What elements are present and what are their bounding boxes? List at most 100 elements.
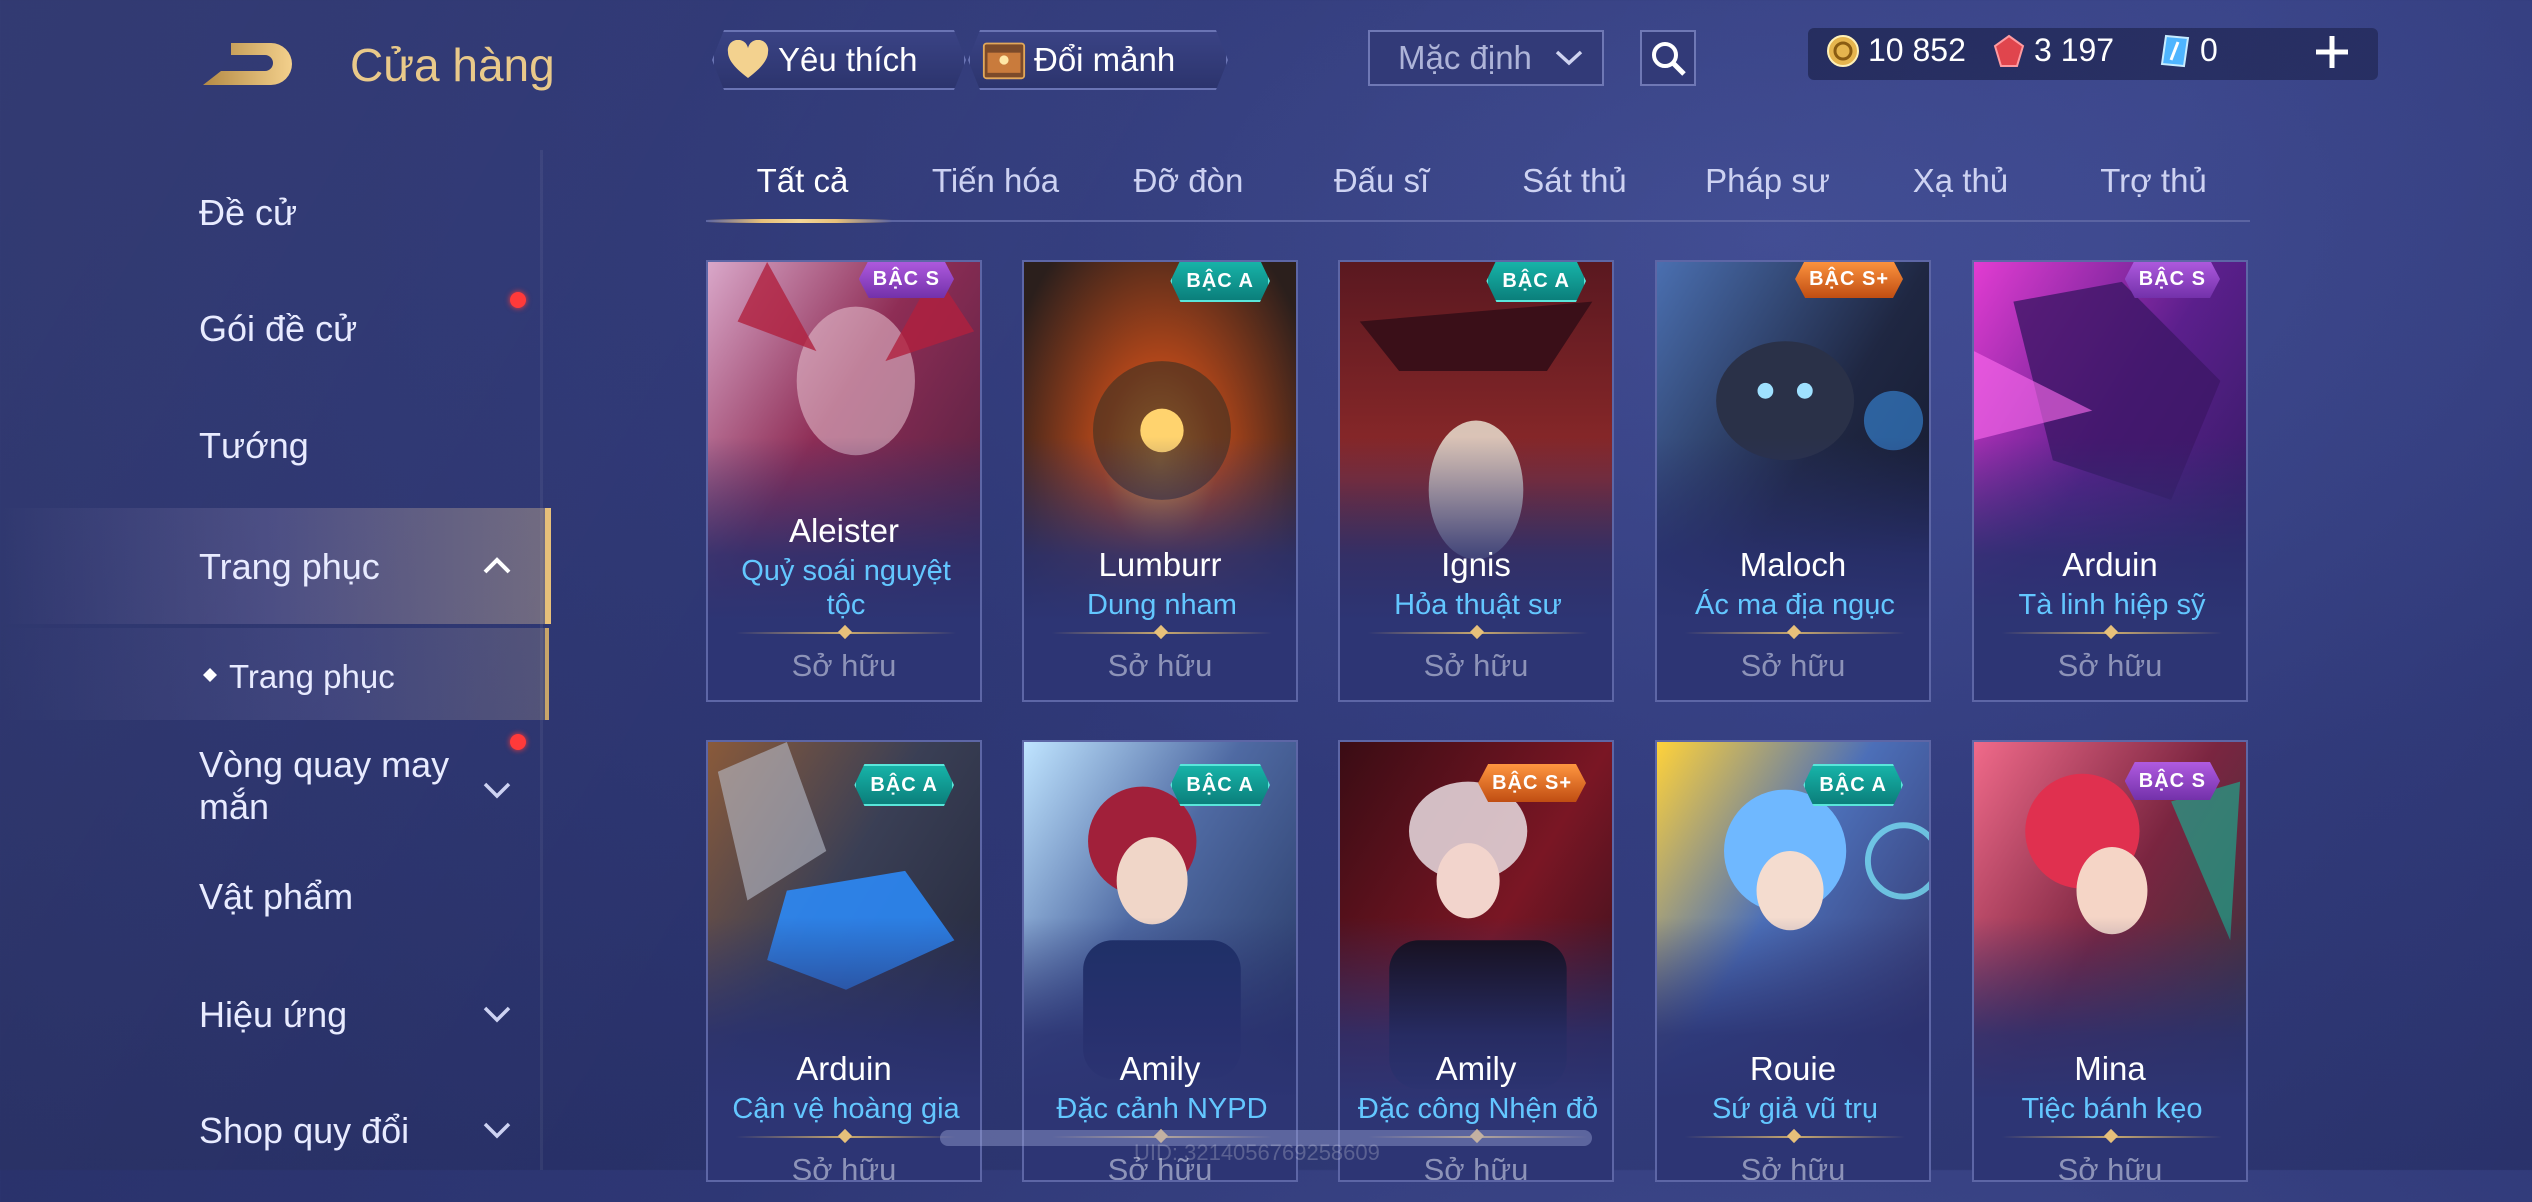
notification-dot xyxy=(510,292,526,308)
sidebar-subitem-skins[interactable]: Trang phục xyxy=(0,628,549,720)
sidebar-item-recommended-packs[interactable]: Gói đề cử xyxy=(0,266,545,376)
hero-name: Aleister xyxy=(788,512,900,549)
voucher-icon xyxy=(2160,34,2190,67)
tab-label: Tất cả xyxy=(756,162,849,199)
gold-amount: 10 852 xyxy=(1868,32,1966,68)
top-up-button[interactable] xyxy=(2308,24,2356,80)
ownership-status: Sở hữu xyxy=(791,648,897,683)
skin-name: Ác ma địa ngục xyxy=(1695,589,1895,621)
tab-tank[interactable]: Đỡ đòn xyxy=(1092,162,1285,200)
tier-badge: BẬC S+ xyxy=(1478,764,1586,802)
tier-badge: BẬC S+ xyxy=(1795,260,1903,298)
tier-badge: BẬC S xyxy=(2125,260,2220,298)
sidebar-item-label: Vòng quay may mắn xyxy=(199,744,450,827)
skin-name: Quỷ soái nguyệt tộc xyxy=(741,555,951,621)
sidebar-item-label: Tướng xyxy=(199,425,309,466)
hero-name: Lumburr xyxy=(1098,546,1222,583)
tier-badge: BẬC S xyxy=(2125,762,2220,800)
notification-dot xyxy=(510,734,526,750)
favorite-button[interactable]: Yêu thích xyxy=(712,30,966,90)
tab-label: Pháp sư xyxy=(1705,162,1830,199)
skin-card[interactable]: BẬC S Mina Tiệc bánh kẹo Sở hữu xyxy=(1972,740,2248,1182)
chevron-down-icon xyxy=(483,1122,511,1139)
chevron-down-icon xyxy=(1555,50,1583,66)
tab-marksman[interactable]: Xạ thủ xyxy=(1864,162,2057,200)
sidebar-item-recommended[interactable]: Đề cử xyxy=(0,150,545,260)
shard-exchange-button[interactable]: Đổi mảnh xyxy=(968,30,1228,90)
sort-dropdown[interactable]: Mặc định xyxy=(1368,30,1604,86)
ownership-status: Sở hữu xyxy=(2057,1152,2163,1182)
ownership-status: Sở hữu xyxy=(791,1152,897,1182)
tab-evolution[interactable]: Tiến hóa xyxy=(899,162,1092,200)
hero-name: Mina xyxy=(2074,1050,2146,1087)
hero-name: Arduin xyxy=(2062,546,2158,583)
skin-card[interactable]: BẬC S Aleister Quỷ soái nguyệt tộc Sở hữ… xyxy=(706,260,982,702)
role-tabs: Tất cả Tiến hóa Đỡ đòn Đấu sĩ Sát thủ Ph… xyxy=(706,150,2250,223)
active-tab-indicator xyxy=(706,219,892,223)
sidebar-item-label: Đề cử xyxy=(199,192,298,233)
skin-name: Tiệc bánh kẹo xyxy=(2021,1093,2203,1125)
skin-name: Tà linh hiệp sỹ xyxy=(2018,589,2206,621)
tier-badge: BẬC A xyxy=(1170,764,1270,806)
search-icon xyxy=(1652,42,1686,76)
tab-all[interactable]: Tất cả xyxy=(706,162,899,200)
ownership-status: Sở hữu xyxy=(1423,648,1529,683)
back-arrow-icon xyxy=(203,43,292,85)
plus-icon xyxy=(2316,36,2348,68)
uid-watermark: UID: 3214056769258609 xyxy=(1134,1140,1380,1165)
tier-badge: BẬC A xyxy=(1170,260,1270,302)
skin-name: Hỏa thuật sư xyxy=(1394,589,1562,621)
diamond-bullet-icon xyxy=(203,668,217,682)
tab-assassin[interactable]: Sát thủ xyxy=(1478,162,1671,200)
sidebar-item-label: Shop quy đổi xyxy=(199,1110,410,1151)
heart-icon xyxy=(726,38,770,82)
search-button[interactable] xyxy=(1640,30,1696,86)
tab-mage[interactable]: Pháp sư xyxy=(1671,162,1864,200)
skin-name: Sứ giả vũ trụ xyxy=(1711,1093,1879,1125)
sidebar-item-effects[interactable]: Hiệu ứng xyxy=(0,976,545,1086)
ownership-status: Sở hữu xyxy=(1740,1152,1846,1182)
tab-label: Trợ thủ xyxy=(2100,162,2207,199)
favorite-label: Yêu thích xyxy=(778,41,918,78)
ownership-status: Sở hữu xyxy=(1107,648,1213,683)
tab-fighter[interactable]: Đấu sĩ xyxy=(1285,162,1478,200)
skin-card[interactable]: BẬC A Rouie Sứ giả vũ trụ Sở hữu xyxy=(1655,740,1931,1182)
sidebar-item-items[interactable]: Vật phẩm xyxy=(0,860,545,970)
skin-card[interactable]: BẬC A Arduin Cận vệ hoàng gia Sở hữu xyxy=(706,740,982,1182)
tier-badge: BẬC A xyxy=(1803,764,1903,806)
chevron-down-icon xyxy=(483,1006,511,1023)
skin-card[interactable]: BẬC S+ Maloch Ác ma địa ngục Sở hữu xyxy=(1655,260,1931,702)
gold-coin-icon xyxy=(1827,34,1859,67)
skin-card[interactable]: BẬC S+ Amily Đặc công Nhện đỏ Sở hữu xyxy=(1338,740,1614,1182)
sidebar-item-label: Gói đề cử xyxy=(199,308,358,349)
sidebar-item-exchange-shop[interactable]: Shop quy đổi xyxy=(0,1092,545,1202)
hero-name: Rouie xyxy=(1749,1050,1837,1087)
tab-support[interactable]: Trợ thủ xyxy=(2057,162,2250,200)
treasure-chest-icon xyxy=(982,38,1026,82)
ownership-status: Sở hữu xyxy=(1740,648,1846,683)
skin-name: Đặc công Nhện đỏ xyxy=(1357,1093,1599,1125)
tab-label: Đỡ đòn xyxy=(1133,162,1244,199)
page-title: Cửa hàng xyxy=(350,39,555,91)
back-button[interactable] xyxy=(195,35,305,95)
voucher-currency: 0 xyxy=(2158,32,2218,69)
chevron-up-icon xyxy=(483,557,511,574)
skin-card[interactable]: BẬC A Ignis Hỏa thuật sư Sở hữu xyxy=(1338,260,1614,702)
shard-exchange-label: Đổi mảnh xyxy=(1034,41,1176,78)
gold-currency: 10 852 xyxy=(1826,32,1966,69)
skin-name: Dung nham xyxy=(1087,589,1237,621)
sidebar-item-label: Vật phẩm xyxy=(199,876,354,917)
sidebar-item-label: Hiệu ứng xyxy=(199,994,348,1035)
hero-name: Amily xyxy=(1435,1050,1517,1087)
tier-badge: BẬC S xyxy=(859,260,954,298)
skin-card[interactable]: BẬC A Amily Đặc cảnh NYPD Sở hữu xyxy=(1022,740,1298,1182)
sidebar-subitem-label: Trang phục xyxy=(229,658,395,695)
skin-card[interactable]: BẬC A Lumburr Dung nham Sở hữu xyxy=(1022,260,1298,702)
ownership-status: Sở hữu xyxy=(2057,648,2163,683)
sidebar-item-heroes[interactable]: Tướng xyxy=(0,383,545,493)
tab-label: Sát thủ xyxy=(1522,162,1627,199)
hero-name: Amily xyxy=(1119,1050,1201,1087)
sidebar-item-lucky-wheel[interactable]: Vòng quay may mắn xyxy=(0,726,545,856)
skin-card[interactable]: BẬC S Arduin Tà linh hiệp sỹ Sở hữu xyxy=(1972,260,2248,702)
sidebar-item-skins[interactable]: Trang phục xyxy=(0,508,551,624)
